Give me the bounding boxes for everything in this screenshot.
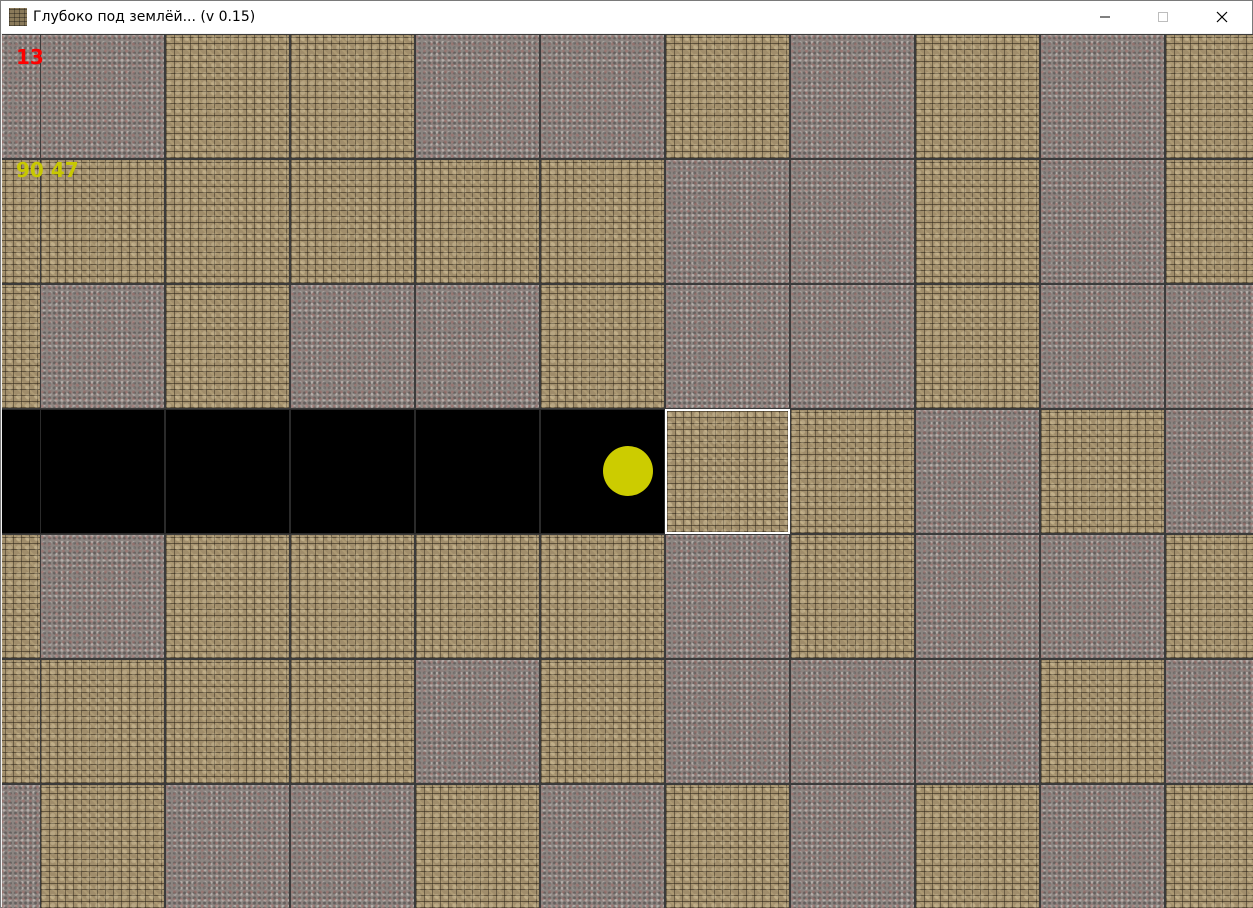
- map-tile-granite[interactable]: [415, 284, 540, 409]
- map-tile-granite[interactable]: [790, 284, 915, 409]
- map-tile-cobble[interactable]: [1165, 534, 1253, 659]
- map-tile-cobble[interactable]: [540, 534, 665, 659]
- map-tile-cobble[interactable]: [2, 534, 41, 659]
- map-tile-cobble[interactable]: [1040, 409, 1165, 534]
- map-tile-granite[interactable]: [415, 34, 540, 159]
- map-tile-cobble[interactable]: [165, 34, 290, 159]
- map-tile-cobble[interactable]: [165, 284, 290, 409]
- map-tile-cobble[interactable]: [165, 534, 290, 659]
- map-tile-dug[interactable]: [40, 409, 165, 534]
- map-tile-cobble[interactable]: [665, 34, 790, 159]
- map-tile-cobble[interactable]: [1165, 34, 1253, 159]
- map-tile-cobble[interactable]: [915, 784, 1040, 908]
- map-tile-cobble[interactable]: [2, 284, 41, 409]
- map-tile-granite[interactable]: [1165, 659, 1253, 784]
- map-tile-granite[interactable]: [1040, 534, 1165, 659]
- map-tile-granite[interactable]: [1165, 409, 1253, 534]
- title-bar[interactable]: Глубоко под землёй... (v 0.15): [1, 1, 1252, 33]
- map-tile-cobble[interactable]: [290, 534, 415, 659]
- map-tile-granite[interactable]: [790, 659, 915, 784]
- map-tile-granite[interactable]: [415, 659, 540, 784]
- map-tile-granite[interactable]: [790, 159, 915, 284]
- player-marker: [603, 446, 653, 496]
- map-tile-cobble[interactable]: [2, 659, 41, 784]
- map-tile-dug[interactable]: [2, 409, 41, 534]
- map-tile-granite[interactable]: [1040, 784, 1165, 908]
- close-button[interactable]: [1193, 1, 1251, 33]
- map-tile-cobble[interactable]: [40, 784, 165, 908]
- map-tile-granite[interactable]: [1040, 284, 1165, 409]
- map-tile-cobble[interactable]: [790, 534, 915, 659]
- map-tile-cobble[interactable]: [665, 784, 790, 908]
- minimize-button[interactable]: [1076, 1, 1134, 33]
- map-tile-cobble[interactable]: [415, 159, 540, 284]
- game-window: Глубоко под землёй... (v 0.15) 13 90 47: [0, 0, 1253, 908]
- map-tile-granite[interactable]: [540, 784, 665, 908]
- map-tile-granite[interactable]: [540, 34, 665, 159]
- map-tile-granite[interactable]: [290, 784, 415, 908]
- map-tile-cobble[interactable]: [290, 159, 415, 284]
- map-tile-cobble[interactable]: [790, 409, 915, 534]
- stone-tile-icon: [9, 8, 27, 26]
- map-tile-granite[interactable]: [165, 784, 290, 908]
- map-tile-cobble[interactable]: [1165, 784, 1253, 908]
- map-tile-cobble[interactable]: [540, 284, 665, 409]
- map-tile-granite[interactable]: [790, 34, 915, 159]
- map-tile-granite[interactable]: [665, 159, 790, 284]
- map-tile-granite[interactable]: [1040, 159, 1165, 284]
- map-tile-dug[interactable]: [165, 409, 290, 534]
- minimize-icon: [1100, 16, 1110, 18]
- map-tile-cobble[interactable]: [915, 34, 1040, 159]
- map-tile-dug[interactable]: [415, 409, 540, 534]
- map-tile-cobble[interactable]: [290, 34, 415, 159]
- close-icon: [1216, 11, 1228, 23]
- map-tile-granite[interactable]: [665, 534, 790, 659]
- map-tile-cobble[interactable]: [165, 659, 290, 784]
- map-tile-cobble[interactable]: [1165, 159, 1253, 284]
- maximize-button[interactable]: [1134, 1, 1192, 33]
- map-tile-cobble[interactable]: [540, 659, 665, 784]
- map-tile-dug[interactable]: [290, 409, 415, 534]
- map-tile-cobble[interactable]: [915, 159, 1040, 284]
- map-tile-granite[interactable]: [915, 659, 1040, 784]
- map-tile-granite[interactable]: [790, 784, 915, 908]
- map-tile-cobble[interactable]: [415, 534, 540, 659]
- map-tile-granite[interactable]: [40, 534, 165, 659]
- map-tile-cobble[interactable]: [290, 659, 415, 784]
- map-tile-cobble[interactable]: [40, 659, 165, 784]
- map-tile-cobble[interactable]: [540, 159, 665, 284]
- coordinates-readout: 90 47: [16, 158, 79, 182]
- map-tile-granite[interactable]: [1040, 34, 1165, 159]
- depth-counter: 13: [16, 45, 44, 69]
- map-tile-cobble[interactable]: [665, 409, 790, 534]
- map-tile-cobble[interactable]: [915, 284, 1040, 409]
- map-tile-granite[interactable]: [915, 534, 1040, 659]
- map-tile-granite[interactable]: [40, 34, 165, 159]
- map-tile-granite[interactable]: [1165, 284, 1253, 409]
- map-tile-granite[interactable]: [915, 409, 1040, 534]
- map-tile-granite[interactable]: [665, 284, 790, 409]
- map-tile-cobble[interactable]: [1040, 659, 1165, 784]
- map-tile-granite[interactable]: [665, 659, 790, 784]
- map-tile-granite[interactable]: [290, 284, 415, 409]
- maximize-icon: [1158, 12, 1168, 22]
- game-canvas[interactable]: 13 90 47: [2, 34, 1253, 908]
- map-tile-cobble[interactable]: [415, 784, 540, 908]
- map-tile-granite[interactable]: [2, 784, 41, 908]
- map-tile-cobble[interactable]: [165, 159, 290, 284]
- window-title: Глубоко под землёй... (v 0.15): [33, 9, 256, 25]
- map-tile-granite[interactable]: [40, 284, 165, 409]
